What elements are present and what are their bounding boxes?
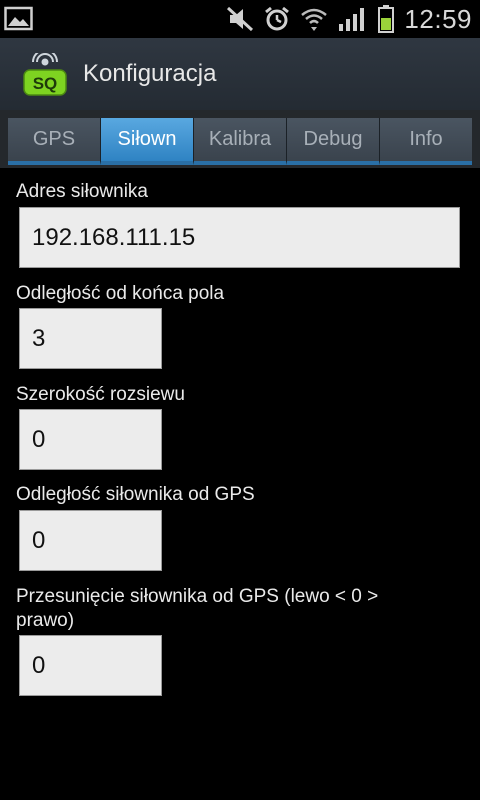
tab-label: GPS xyxy=(32,128,76,150)
status-bar: 12:59 xyxy=(0,0,480,38)
distance-end-input[interactable]: 3 xyxy=(19,308,162,369)
app-logo-icon[interactable]: SQ xyxy=(22,49,68,97)
gps-offset-label: Przesunięcie siłownika od GPS (lewo < 0 … xyxy=(16,586,379,631)
wifi-icon xyxy=(300,6,328,32)
gps-distance-input[interactable]: 0 xyxy=(19,510,162,571)
spread-width-input[interactable]: 0 xyxy=(19,409,162,470)
svg-text:SQ: SQ xyxy=(33,74,58,93)
alarm-icon xyxy=(264,6,290,32)
image-icon xyxy=(4,6,34,32)
gps-offset-input[interactable]: 0 xyxy=(19,635,162,696)
action-bar: SQ Konfiguracja xyxy=(0,38,480,112)
tab-bar-container: GPS Siłown Kalibra Debug Info xyxy=(0,110,480,168)
address-label: Adres siłownika xyxy=(16,181,148,202)
battery-icon xyxy=(378,5,395,33)
tab-debug[interactable]: Debug xyxy=(287,118,380,165)
tab-gps[interactable]: GPS xyxy=(8,118,101,165)
tab-kalibracja[interactable]: Kalibra xyxy=(194,118,287,165)
distance-end-label: Odległość od końca pola xyxy=(16,283,225,304)
mute-icon xyxy=(226,6,254,32)
page-title: Konfiguracja xyxy=(83,60,217,87)
tab-label: Siłown xyxy=(117,128,177,150)
clock: 12:59 xyxy=(404,3,472,34)
tab-label: Debug xyxy=(303,128,363,150)
gps-distance-label: Odległość siłownika od GPS xyxy=(16,484,255,505)
spread-width-label: Szerokość rozsiewu xyxy=(16,384,185,405)
tab-label: Info xyxy=(409,128,443,150)
tab-label: Kalibra xyxy=(208,128,272,150)
tab-info[interactable]: Info xyxy=(380,118,472,165)
signal-icon xyxy=(338,6,368,32)
tab-silownik[interactable]: Siłown xyxy=(101,118,194,165)
address-input[interactable]: 192.168.111.15 xyxy=(19,207,460,268)
tab-bar: GPS Siłown Kalibra Debug Info xyxy=(8,118,472,165)
